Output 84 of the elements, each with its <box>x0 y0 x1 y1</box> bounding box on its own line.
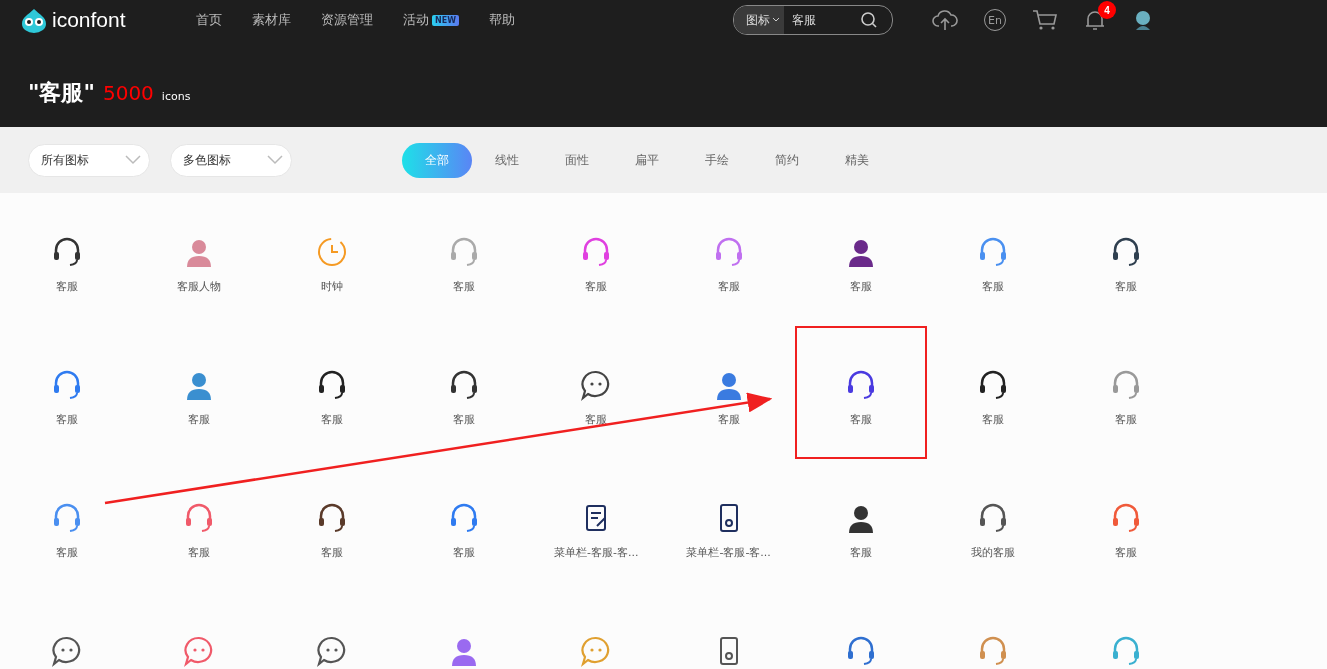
search-query-title: "客服" <box>28 79 95 107</box>
icon-tile[interactable]: 菜单栏-客服-客... <box>530 459 663 592</box>
icon-tile[interactable]: 客服 <box>133 459 266 592</box>
icon-tile[interactable]: 客服 <box>530 326 663 459</box>
nav-link[interactable]: 活动 NEW <box>403 11 459 29</box>
icon-tile[interactable]: 客服 <box>662 326 795 459</box>
icon-name: 客服人物 <box>177 279 222 294</box>
chevron-down-icon <box>125 155 141 165</box>
icon-name: 客服 <box>849 412 872 427</box>
style-tab[interactable]: 简约 <box>752 142 822 178</box>
icon-name: 客服 <box>849 279 872 294</box>
filter-dropdown[interactable]: 所有图标 <box>28 143 150 177</box>
icon-name: 客服 <box>188 545 211 560</box>
style-tab[interactable]: 面性 <box>542 142 612 178</box>
logo-text: iconfont <box>52 8 126 32</box>
icon-name: 客服 <box>320 545 343 560</box>
icon-name: 客服 <box>453 412 476 427</box>
icon-tile[interactable]: 客服 <box>265 459 398 592</box>
icon-tile[interactable]: 客服 <box>794 326 928 459</box>
style-tab[interactable]: 手绘 <box>682 142 752 178</box>
icon-tile[interactable]: 时钟 <box>265 193 398 326</box>
search-type-dropdown[interactable]: 图标 <box>734 6 784 34</box>
icon-tile[interactable]: 客服 <box>397 326 531 459</box>
icon-name: 客服 <box>717 279 740 294</box>
icon-tile[interactable]: 客服 <box>927 193 1060 326</box>
result-count: 5000 <box>102 81 154 105</box>
icon-tile[interactable]: 客服 <box>1 193 134 326</box>
icon-name: 客服 <box>585 412 608 427</box>
search-icon[interactable] <box>860 11 878 29</box>
icon-tile[interactable]: 客服 <box>1059 193 1192 326</box>
notification-badge: 4 <box>1098 1 1116 19</box>
cart-icon[interactable] <box>1032 9 1058 31</box>
icon-name: 客服 <box>1114 545 1137 560</box>
style-tab[interactable]: 线性 <box>472 142 542 178</box>
icon-name: 客服 <box>849 545 872 560</box>
icon-name: 客服 <box>453 545 476 560</box>
chevron-down-icon <box>772 17 780 23</box>
icon-name: 客服 <box>585 279 608 294</box>
icon-tile[interactable]: 客服 <box>530 193 663 326</box>
icon-name: 客服 <box>982 279 1005 294</box>
icon-tile[interactable]: 客服 <box>1 326 134 459</box>
icon-name: 客服 <box>188 412 211 427</box>
icon-tile[interactable]: 客服 <box>1 459 134 592</box>
nav-link[interactable]: 帮助 <box>489 11 515 29</box>
icon-name: 客服 <box>56 412 79 427</box>
icon-tile[interactable]: 客服 <box>794 193 928 326</box>
icon-name: 时钟 <box>320 279 343 294</box>
icon-tile[interactable]: 菜单栏-客服-客... <box>662 459 795 592</box>
icon-tile[interactable]: 客服 <box>1059 326 1192 459</box>
icon-name: 客服 <box>56 545 79 560</box>
icon-name: 客服 <box>982 412 1005 427</box>
icon-name: 菜单栏-客服-客... <box>554 545 639 560</box>
style-tab[interactable]: 精美 <box>822 142 892 178</box>
icon-name: 菜单栏-客服-客... <box>686 545 771 560</box>
icon-tile[interactable]: 客服 <box>397 459 531 592</box>
notifications-button[interactable]: 4 <box>1084 1 1116 31</box>
upload-icon[interactable] <box>932 9 958 31</box>
icon-tile[interactable]: 客服 <box>1059 459 1192 592</box>
logo-icon <box>20 7 48 33</box>
icon-name: 我的客服 <box>971 545 1016 560</box>
search-field[interactable]: 图标 客服 <box>733 5 893 35</box>
nav-link[interactable]: 素材库 <box>252 11 291 29</box>
icon-name: 客服 <box>1114 412 1137 427</box>
icon-tile[interactable]: 我的客服 <box>927 459 1060 592</box>
icon-tile[interactable]: 客服 <box>397 193 531 326</box>
nav-link[interactable]: 资源管理 <box>321 11 373 29</box>
chevron-down-icon <box>267 155 283 165</box>
icon-tile[interactable]: 客服人物 <box>133 193 266 326</box>
icon-name: 客服 <box>320 412 343 427</box>
icon-name: 客服 <box>1114 279 1137 294</box>
icon-tile[interactable]: 客服 <box>662 193 795 326</box>
icon-tile[interactable]: 客服 <box>133 326 266 459</box>
nav-link[interactable]: 首页 <box>196 11 222 29</box>
icon-name: 客服 <box>453 279 476 294</box>
new-badge: NEW <box>432 14 459 26</box>
icon-name: 客服 <box>717 412 740 427</box>
style-tab[interactable]: 扁平 <box>612 142 682 178</box>
result-unit: icons <box>161 90 191 103</box>
icon-tile[interactable]: 客服 <box>265 326 398 459</box>
icon-tile[interactable]: 客服 <box>927 326 1060 459</box>
icon-name: 客服 <box>56 279 79 294</box>
icon-tile[interactable]: 客服 <box>794 459 928 592</box>
filter-dropdown[interactable]: 多色图标 <box>170 143 292 177</box>
bell-icon <box>1084 9 1106 31</box>
